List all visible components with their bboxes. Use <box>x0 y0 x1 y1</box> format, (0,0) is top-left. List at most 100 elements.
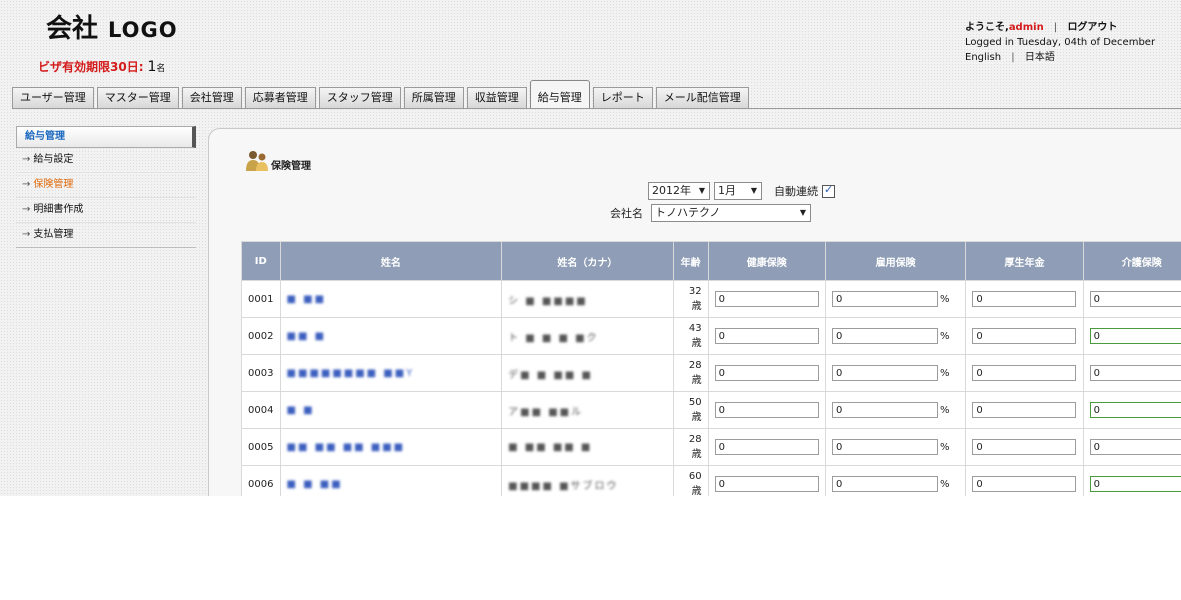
lang-english-link[interactable]: English <box>965 52 1001 63</box>
table-row: 0002 ■■ ■ ト ■ ■ ■ ■ク 43 歳 0 0% 0 0 <box>242 318 1181 354</box>
cell-health: 0 <box>708 429 825 465</box>
employment-insurance-input[interactable]: 0 <box>831 328 938 344</box>
cell-health: 0 <box>708 281 825 317</box>
sidebar-item-salary-settings[interactable]: → 給与設定 <box>16 148 196 173</box>
name-link[interactable]: ■■ ■■ ■■ ■■■ <box>287 442 406 453</box>
tab-staff-management[interactable]: スタッフ管理 <box>318 87 401 108</box>
name-link[interactable]: ■ ■■ <box>287 294 327 305</box>
name-link[interactable]: ■ ■ ■■ <box>287 479 343 490</box>
name-link[interactable]: ■ ■ <box>287 405 315 416</box>
pension-input[interactable]: 0 <box>972 402 1077 418</box>
percent-sign: % <box>939 404 950 416</box>
cell-name[interactable]: ■ ■ <box>280 392 502 428</box>
percent-sign: % <box>939 293 950 305</box>
care-insurance-input[interactable]: 0 <box>1089 402 1181 418</box>
care-insurance-input[interactable]: 0 <box>1089 439 1181 455</box>
sidebar-item-label: 支払管理 <box>33 229 74 240</box>
pension-input[interactable]: 0 <box>972 328 1077 344</box>
cell-name[interactable]: ■■ ■■ ■■ ■■■ <box>280 429 502 465</box>
sidebar-item-label: 給与設定 <box>33 154 74 165</box>
tab-applicant-management[interactable]: 応募者管理 <box>244 87 316 108</box>
sidebar-item-statement[interactable]: → 明細書作成 <box>16 198 196 223</box>
care-insurance-input[interactable]: 0 <box>1089 328 1181 344</box>
health-insurance-input[interactable]: 0 <box>714 365 819 381</box>
separator: | <box>1053 22 1058 33</box>
care-insurance-input[interactable]: 0 <box>1089 476 1181 492</box>
pension-input[interactable]: 0 <box>972 365 1077 381</box>
cell-age: 28 歳 <box>673 429 708 465</box>
cell-pension: 0 <box>966 318 1083 354</box>
pension-input[interactable]: 0 <box>972 291 1077 307</box>
pension-input[interactable]: 0 <box>972 439 1077 455</box>
kana-text: ■ ■■ ■■ ■ <box>508 441 593 453</box>
company-logo[interactable]: 会社 LOGO <box>46 8 178 45</box>
chevron-down-icon: ▼ <box>698 186 705 195</box>
sidebar-item-payment[interactable]: → 支払管理 <box>16 223 196 248</box>
col-header-pension: 厚生年金 <box>966 242 1083 280</box>
logout-link[interactable]: ログアウト <box>1067 22 1117 33</box>
pension-input[interactable]: 0 <box>972 476 1077 492</box>
care-insurance-input[interactable]: 0 <box>1089 365 1181 381</box>
user-name[interactable]: admin <box>1009 22 1044 33</box>
cell-name[interactable]: ■ ■■ <box>280 281 502 317</box>
sidebar-item-insurance[interactable]: → 保険管理 <box>16 173 196 198</box>
company-select[interactable]: トノハテクノ ▼ <box>651 204 811 222</box>
auto-continue-label: 自動連続 <box>774 185 818 198</box>
people-icon <box>246 151 268 171</box>
employment-insurance-input[interactable]: 0 <box>831 365 938 381</box>
logo-company-text: 会社 <box>46 14 99 44</box>
lang-japanese-link[interactable]: 日本語 <box>1025 52 1055 63</box>
auto-continue-checkbox[interactable]: ✓ <box>822 182 835 198</box>
sidebar-title[interactable]: 給与管理 <box>16 126 196 148</box>
cell-id: 0002 <box>242 318 280 354</box>
col-header-id: ID <box>242 242 280 280</box>
cell-name[interactable]: ■ ■ ■■ <box>280 466 502 496</box>
tab-company-management[interactable]: 会社管理 <box>181 87 242 108</box>
tab-report[interactable]: レポート <box>592 87 653 108</box>
visa-expiry-notice[interactable]: ビザ有効期限30日: 1名 <box>38 58 165 75</box>
employment-insurance-input[interactable]: 0 <box>831 402 938 418</box>
health-insurance-input[interactable]: 0 <box>714 328 819 344</box>
tab-revenue-management[interactable]: 収益管理 <box>466 87 527 108</box>
visa-expiry-unit: 名 <box>156 64 166 74</box>
cell-care: 0 <box>1083 355 1181 391</box>
cell-employment: 0% <box>825 355 966 391</box>
col-header-health-insurance: 健康保険 <box>708 242 825 280</box>
welcome-text: ようこそ, <box>965 22 1009 33</box>
month-select[interactable]: 1月 ▼ <box>714 182 762 200</box>
sidebar-item-label: 明細書作成 <box>33 204 84 215</box>
tab-mail-delivery[interactable]: メール配信管理 <box>655 87 749 108</box>
cell-care: 0 <box>1083 466 1181 496</box>
tab-payroll-management[interactable]: 給与管理 <box>529 80 590 108</box>
care-insurance-input[interactable]: 0 <box>1089 291 1181 307</box>
cell-care: 0 <box>1083 392 1181 428</box>
cell-id: 0006 <box>242 466 280 496</box>
main-tabs: ユーザー管理 マスター管理 会社管理 応募者管理 スタッフ管理 所属管理 収益管… <box>12 80 752 108</box>
cell-health: 0 <box>708 466 825 496</box>
check-icon: ✓ <box>824 182 834 196</box>
cell-name[interactable]: ■■ ■ <box>280 318 502 354</box>
employment-insurance-input[interactable]: 0 <box>831 439 938 455</box>
chevron-down-icon: ▼ <box>799 208 806 217</box>
cell-kana: デ■ ■ ■■ ■ <box>502 355 673 391</box>
tab-user-management[interactable]: ユーザー管理 <box>12 87 94 108</box>
name-link[interactable]: ■■ ■ <box>287 331 327 342</box>
year-select[interactable]: 2012年 ▼ <box>648 182 710 200</box>
name-link[interactable]: ■■■■■■■■ ■■Y <box>287 368 415 379</box>
tab-affiliation-management[interactable]: 所属管理 <box>403 87 464 108</box>
health-insurance-input[interactable]: 0 <box>714 402 819 418</box>
kana-text: ■■■■ ■サブロウ <box>508 480 619 492</box>
health-insurance-input[interactable]: 0 <box>714 476 819 492</box>
arrow-right-icon: → <box>22 229 31 240</box>
employment-insurance-input[interactable]: 0 <box>831 291 938 307</box>
tab-master-management[interactable]: マスター管理 <box>96 87 179 108</box>
col-header-name: 姓名 <box>280 242 502 280</box>
health-insurance-input[interactable]: 0 <box>714 439 819 455</box>
cell-employment: 0% <box>825 429 966 465</box>
cell-pension: 0 <box>966 355 1083 391</box>
cell-name[interactable]: ■■■■■■■■ ■■Y <box>280 355 502 391</box>
kana-text: デ■ ■ ■■ ■ <box>508 369 593 381</box>
employment-insurance-input[interactable]: 0 <box>831 476 938 492</box>
health-insurance-input[interactable]: 0 <box>714 291 819 307</box>
cell-health: 0 <box>708 355 825 391</box>
